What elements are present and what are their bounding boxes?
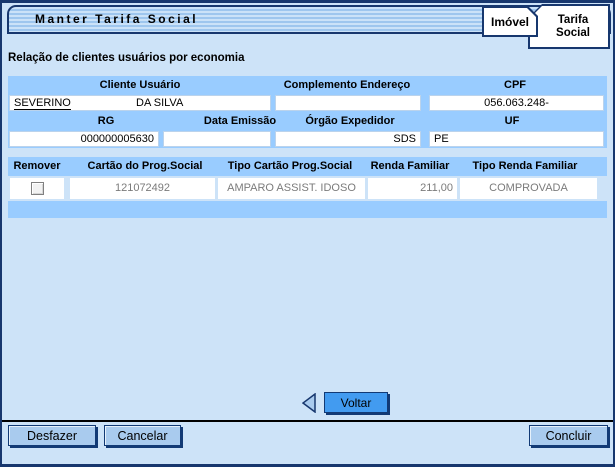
footer-separator xyxy=(0,420,615,422)
back-arrow-icon xyxy=(302,393,317,413)
cancelar-button[interactable]: Cancelar xyxy=(104,425,181,446)
header-tipo-cartao: Tipo Cartão Prog.Social xyxy=(228,157,353,176)
cliente-usuario-field: SEVERINO DA SILVA xyxy=(9,95,271,111)
client-form-table: Cliente Usuário Complemento Endereço CPF… xyxy=(8,76,607,148)
header-cpf: CPF xyxy=(504,76,526,94)
tipo-cartao-cell: AMPARO ASSIST. IDOSO xyxy=(218,178,365,199)
remover-cell xyxy=(10,178,64,199)
rg-value: 000000005630 xyxy=(9,131,159,147)
table-row: 121072492 AMPARO ASSIST. IDOSO 211,00 CO… xyxy=(8,176,607,201)
tab-imovel-label: Imóvel xyxy=(491,15,529,29)
social-table-header-row: Remover Cartão do Prog.Social Tipo Cartã… xyxy=(8,157,607,176)
header-cartao-prog-social: Cartão do Prog.Social xyxy=(88,157,203,176)
renda-familiar-cell: 211,00 xyxy=(368,178,457,199)
voltar-button[interactable]: Voltar xyxy=(324,392,388,413)
header-cliente-usuario: Cliente Usuário xyxy=(100,76,181,94)
orgao-expedidor-value: SDS xyxy=(275,131,421,147)
concluir-button[interactable]: Concluir xyxy=(529,425,608,446)
tab-imovel[interactable]: Imóvel xyxy=(482,6,538,37)
social-program-table: Remover Cartão do Prog.Social Tipo Cartã… xyxy=(8,157,607,218)
section-title: Relação de clientes usuários por economi… xyxy=(8,52,244,64)
header-uf: UF xyxy=(505,112,520,130)
header-remover: Remover xyxy=(13,157,60,176)
cliente-first-name-link[interactable]: SEVERINO xyxy=(14,97,71,110)
social-table-footer-bar xyxy=(8,201,607,218)
tab-tarifa-social-label: Tarifa Social xyxy=(548,14,598,40)
manter-tarifa-social-window: Manter Tarifa Social Imóvel Tarifa Socia… xyxy=(0,0,615,467)
cliente-last-name-link[interactable]: DA SILVA xyxy=(136,96,183,111)
cartao-prog-social-cell: 121072492 xyxy=(70,178,215,199)
data-emissao-input[interactable] xyxy=(163,131,271,147)
header-complemento-endereco: Complemento Endereço xyxy=(284,76,411,94)
header-orgao-expedidor: Órgão Expedidor xyxy=(305,112,394,130)
cpf-value: 056.063.248- xyxy=(429,95,604,111)
header-tipo-renda: Tipo Renda Familiar xyxy=(473,157,578,176)
tipo-renda-cell: COMPROVADA xyxy=(460,178,597,199)
desfazer-button[interactable]: Desfazer xyxy=(8,425,96,446)
complemento-endereco-input[interactable] xyxy=(275,95,421,111)
header-renda-familiar: Renda Familiar xyxy=(371,157,450,176)
uf-value: PE xyxy=(429,131,604,147)
header-rg: RG xyxy=(98,112,115,130)
header-data-emissao: Data Emissão xyxy=(204,112,276,130)
remover-checkbox[interactable] xyxy=(31,182,44,195)
tab-tarifa-social[interactable]: Tarifa Social xyxy=(528,4,610,49)
